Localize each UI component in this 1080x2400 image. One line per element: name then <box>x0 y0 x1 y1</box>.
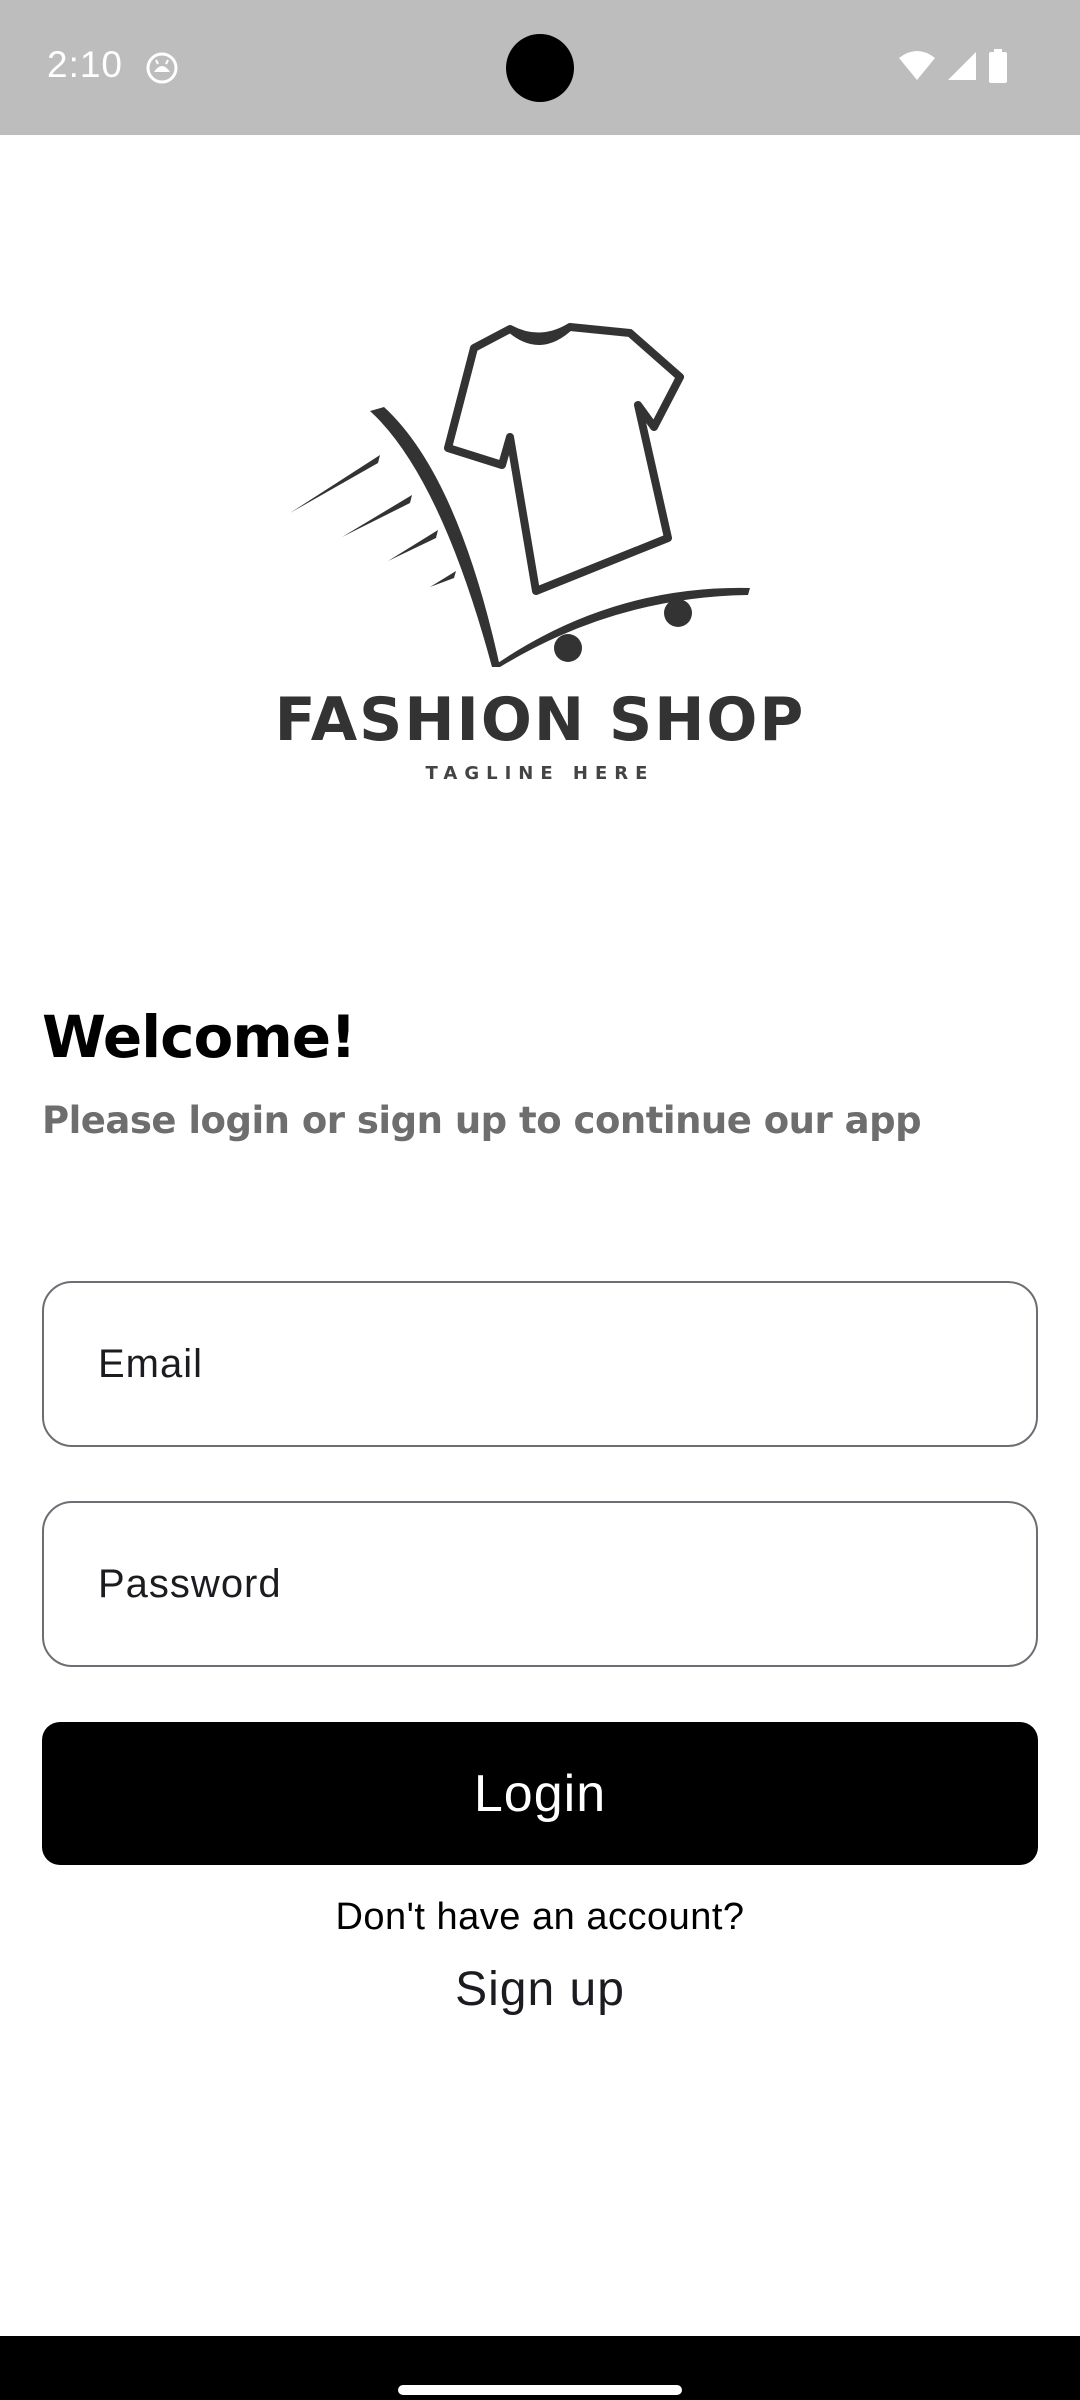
brand-tagline: TAGLINE HERE <box>425 763 655 784</box>
email-input[interactable] <box>96 1340 1036 1388</box>
shirt-cart-icon <box>290 323 750 667</box>
battery-icon <box>988 48 1008 88</box>
password-field[interactable] <box>42 1501 1038 1667</box>
signup-link[interactable]: Sign up <box>0 1962 1080 2017</box>
status-time: 2:10 <box>47 44 124 85</box>
signal-icon <box>946 50 978 87</box>
welcome-subtitle: Please login or sign up to continue our … <box>42 1099 922 1142</box>
camera-cutout <box>506 34 574 102</box>
wifi-icon <box>898 50 936 87</box>
brand-name: FASHION SHOP <box>274 685 806 755</box>
login-button[interactable]: Login <box>42 1722 1038 1865</box>
android-head-icon <box>146 52 178 84</box>
email-field[interactable] <box>42 1281 1038 1447</box>
fashion-shop-logo: FASHION SHOP TAGLINE HERE <box>270 315 810 795</box>
password-input[interactable] <box>96 1560 1036 1608</box>
home-handle[interactable] <box>398 2385 682 2395</box>
status-bar: 2:10 <box>0 0 1080 135</box>
no-account-text: Don't have an account? <box>335 1896 745 1938</box>
welcome-title: Welcome! <box>42 1003 357 1071</box>
status-icons <box>898 48 1008 88</box>
